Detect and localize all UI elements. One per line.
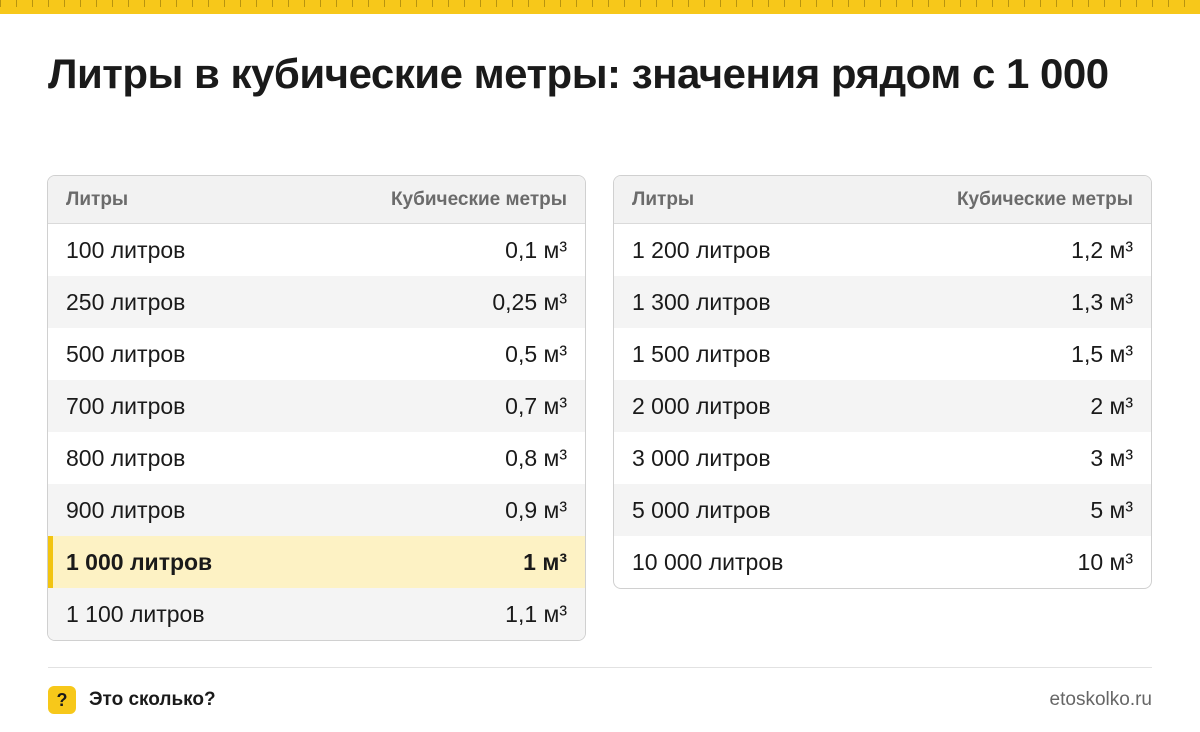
cell-cubic-meters: 0,7 м³ xyxy=(505,392,567,419)
cell-cubic-meters: 1,3 м³ xyxy=(1071,288,1133,315)
table-row: 5 000 литров 5 м³ xyxy=(614,484,1151,536)
cell-cubic-meters: 3 м³ xyxy=(1090,444,1133,471)
cell-liters: 100 литров xyxy=(66,236,186,263)
table-header: Литры Кубические метры xyxy=(614,176,1151,224)
cell-liters: 1 500 литров xyxy=(632,340,771,367)
table-row: 10 000 литров 10 м³ xyxy=(614,536,1151,588)
question-mark-icon: ? xyxy=(48,686,76,714)
site-url: etoskolko.ru xyxy=(1049,689,1152,710)
brand-name: Это сколько? xyxy=(89,689,216,710)
cell-cubic-meters: 0,9 м³ xyxy=(505,496,567,523)
cell-cubic-meters: 5 м³ xyxy=(1090,496,1133,523)
table-header: Литры Кубические метры xyxy=(48,176,585,224)
table-row: 100 литров 0,1 м³ xyxy=(48,224,585,276)
conversion-table-right: Литры Кубические метры 1 200 литров 1,2 … xyxy=(613,175,1152,589)
page-title: Литры в кубические метры: значения рядом… xyxy=(48,50,1109,97)
cell-liters: 500 литров xyxy=(66,340,186,367)
table-row: 2 000 литров 2 м³ xyxy=(614,380,1151,432)
cell-cubic-meters: 0,1 м³ xyxy=(505,236,567,263)
cell-cubic-meters: 2 м³ xyxy=(1090,392,1133,419)
cell-liters: 700 литров xyxy=(66,392,186,419)
cell-liters: 5 000 литров xyxy=(632,496,771,523)
header-liters: Литры xyxy=(66,188,129,210)
cell-cubic-meters: 1,5 м³ xyxy=(1071,340,1133,367)
table-row: 1 300 литров 1,3 м³ xyxy=(614,276,1151,328)
cell-liters: 2 000 литров xyxy=(632,392,771,419)
cell-liters: 800 литров xyxy=(66,444,186,471)
table-row: 900 литров 0,9 м³ xyxy=(48,484,585,536)
table-row-highlighted: 1 000 литров 1 м³ xyxy=(48,536,585,588)
ruler-stripe xyxy=(0,0,1200,14)
header-liters: Литры xyxy=(632,188,695,210)
table-row: 1 500 литров 1,5 м³ xyxy=(614,328,1151,380)
cell-cubic-meters: 0,5 м³ xyxy=(505,340,567,367)
table-row: 1 100 литров 1,1 м³ xyxy=(48,588,585,640)
conversion-table-left: Литры Кубические метры 100 литров 0,1 м³… xyxy=(47,175,586,641)
cell-cubic-meters: 1 м³ xyxy=(523,548,567,575)
brand-link[interactable]: ? Это сколько? xyxy=(48,686,216,714)
table-row: 700 литров 0,7 м³ xyxy=(48,380,585,432)
table-row: 1 200 литров 1,2 м³ xyxy=(614,224,1151,276)
cell-cubic-meters: 0,25 м³ xyxy=(492,288,567,315)
cell-cubic-meters: 1,2 м³ xyxy=(1071,236,1133,263)
footer-divider xyxy=(48,667,1152,668)
header-cubic-meters: Кубические метры xyxy=(956,188,1133,210)
table-row: 250 литров 0,25 м³ xyxy=(48,276,585,328)
header-cubic-meters: Кубические метры xyxy=(390,188,567,210)
cell-liters: 900 литров xyxy=(66,496,186,523)
cell-liters: 1 200 литров xyxy=(632,236,771,263)
cell-liters: 1 300 литров xyxy=(632,288,771,315)
cell-liters: 1 000 литров xyxy=(66,548,213,575)
cell-cubic-meters: 1,1 м³ xyxy=(505,600,567,627)
cell-liters: 10 000 литров xyxy=(632,548,784,575)
table-row: 3 000 литров 3 м³ xyxy=(614,432,1151,484)
cell-liters: 1 100 литров xyxy=(66,600,205,627)
cell-cubic-meters: 0,8 м³ xyxy=(505,444,567,471)
cell-cubic-meters: 10 м³ xyxy=(1077,548,1133,575)
table-row: 800 литров 0,8 м³ xyxy=(48,432,585,484)
table-row: 500 литров 0,5 м³ xyxy=(48,328,585,380)
cell-liters: 3 000 литров xyxy=(632,444,771,471)
cell-liters: 250 литров xyxy=(66,288,186,315)
